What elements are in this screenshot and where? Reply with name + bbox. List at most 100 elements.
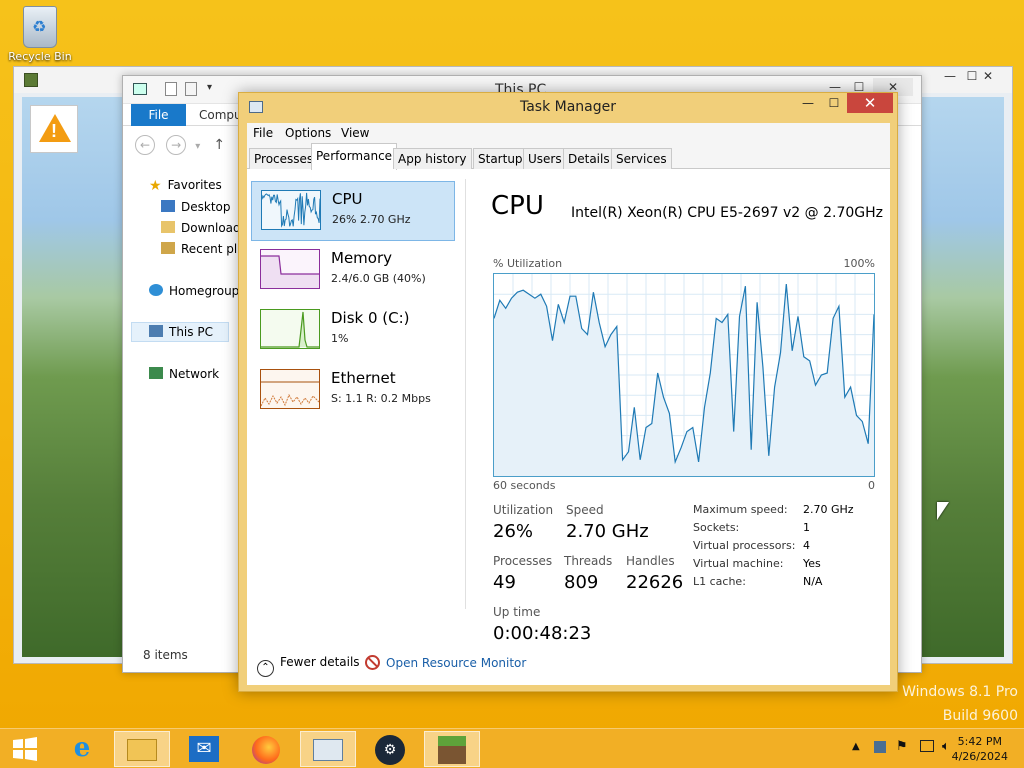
action-center-flag-icon[interactable]: ⚑ xyxy=(896,739,908,754)
nav-this-pc[interactable]: This PC xyxy=(149,325,213,339)
menu-file[interactable]: File xyxy=(253,126,273,140)
tab-startup[interactable]: Startup xyxy=(473,148,528,169)
internet-explorer-icon: e xyxy=(73,733,91,763)
cpu-thumbnail-line xyxy=(262,192,320,228)
task-manager-icon xyxy=(313,739,343,761)
open-resource-monitor-link[interactable]: Open Resource Monitor xyxy=(365,655,526,670)
spec-virtual-processors-value: 4 xyxy=(803,539,810,552)
resource-disk[interactable]: Disk 0 (C:) 1% xyxy=(251,301,455,361)
tab-users[interactable]: Users xyxy=(523,148,567,169)
nav-desktop[interactable]: Desktop xyxy=(161,200,231,214)
taskbar-task-manager[interactable] xyxy=(300,731,356,767)
explorer-app-icon xyxy=(133,83,147,95)
show-hidden-icons-icon[interactable]: ▲ xyxy=(852,741,860,752)
tab-performance[interactable]: Performance xyxy=(311,143,398,170)
fewer-details-button[interactable]: ⌃ Fewer details xyxy=(257,655,360,677)
resource-disk-sub: 1% xyxy=(331,332,349,345)
nav-downloads[interactable]: Downloads xyxy=(161,221,247,235)
homegroup-icon xyxy=(149,284,163,296)
time-span-label: 60 seconds xyxy=(493,479,556,492)
utilization-axis-label: % Utilization xyxy=(493,257,563,270)
tm-maximize-button[interactable]: ☐ xyxy=(821,93,847,113)
clock-time: 5:42 PM xyxy=(957,735,1002,748)
cpu-utilization-graph xyxy=(493,273,875,477)
nav-this-pc-label: This PC xyxy=(169,325,213,339)
taskbar-file-explorer[interactable] xyxy=(114,731,170,767)
resource-cpu-sub: 26% 2.70 GHz xyxy=(332,213,411,226)
game-close-button[interactable]: ✕ xyxy=(966,67,1010,85)
tm-minimize-button[interactable]: — xyxy=(795,93,821,113)
tm-close-button[interactable]: ✕ xyxy=(847,93,893,113)
tab-services[interactable]: Services xyxy=(611,148,672,169)
recycle-bin-shortcut[interactable]: Recycle Bin xyxy=(8,6,72,63)
nav-network-label: Network xyxy=(169,367,220,381)
file-explorer-icon xyxy=(127,739,157,761)
tm-menubar: File Options View xyxy=(247,123,890,143)
menu-options[interactable]: Options xyxy=(285,126,331,140)
forward-arrow-icon[interactable]: → xyxy=(166,135,187,155)
spec-max-speed-value: 2.70 GHz xyxy=(803,503,854,516)
spec-sockets-value: 1 xyxy=(803,521,810,534)
clock[interactable]: 5:42 PM 4/26/2024 xyxy=(952,734,1008,764)
fewer-details-label: Fewer details xyxy=(280,655,360,669)
tm-footer: ⌃ Fewer details Open Resource Monitor xyxy=(247,641,890,685)
task-manager-titlebar[interactable]: Task Manager — ☐ ✕ xyxy=(239,93,897,123)
resource-memory[interactable]: Memory 2.4/6.0 GB (40%) xyxy=(251,241,455,301)
warning-box[interactable]: ! xyxy=(30,105,78,153)
taskbar-internet-explorer[interactable]: e xyxy=(54,731,110,767)
recycle-bin-label: Recycle Bin xyxy=(8,50,72,63)
up-arrow-icon[interactable]: ↑ xyxy=(213,137,225,153)
back-arrow-icon[interactable]: ← xyxy=(135,135,155,155)
network-icon[interactable] xyxy=(920,740,934,752)
mail-icon: ✉ xyxy=(189,736,219,762)
tab-processes[interactable]: Processes xyxy=(249,148,319,169)
taskbar: e ✉ ⚙ ▲ ⚑ 🔈︎ 5:42 PM 4/26/2024 xyxy=(0,728,1024,768)
threads-value: 809 xyxy=(564,572,599,593)
nav-favorites[interactable]: ★ Favorites xyxy=(149,178,222,194)
volume-icon[interactable]: 🔈︎ xyxy=(942,739,950,754)
taskbar-firefox[interactable] xyxy=(238,731,294,767)
taskbar-steam[interactable]: ⚙ xyxy=(362,731,418,767)
ribbon-file-tab[interactable]: File xyxy=(131,104,186,126)
menu-view[interactable]: View xyxy=(341,126,369,140)
speed-label: Speed xyxy=(566,503,604,517)
taskbar-mail[interactable]: ✉ xyxy=(176,731,232,767)
pane-divider[interactable] xyxy=(465,179,466,609)
resource-cpu[interactable]: CPU 26% 2.70 GHz xyxy=(251,181,455,241)
quick-access-dropdown-icon[interactable]: ▾ xyxy=(207,82,212,93)
spec-sockets-key: Sockets: xyxy=(693,521,740,534)
cpu-utilization-chart xyxy=(493,274,875,476)
utilization-value: 26% xyxy=(493,521,534,542)
cpu-detail-pane: CPU Intel(R) Xeon(R) CPU E5-2697 v2 @ 2.… xyxy=(479,169,883,644)
resource-memory-name: Memory xyxy=(331,249,393,267)
utilization-label: Utilization xyxy=(493,503,554,517)
windows-edition-watermark: Windows 8.1 Pro xyxy=(902,684,1018,700)
tray-app-icon[interactable] xyxy=(874,741,886,753)
nav-homegroup[interactable]: Homegroup xyxy=(149,284,239,298)
taskbar-minecraft[interactable] xyxy=(424,731,480,767)
max-percent-label: 100% xyxy=(843,257,875,270)
nav-network[interactable]: Network xyxy=(149,367,219,381)
game-app-icon xyxy=(24,73,38,87)
tab-details[interactable]: Details xyxy=(563,148,615,169)
computer-icon xyxy=(149,325,163,337)
explorer-status-bar: 8 items xyxy=(143,648,188,662)
resource-ethernet[interactable]: Ethernet S: 1.1 R: 0.2 Mbps xyxy=(251,361,455,421)
start-button[interactable] xyxy=(0,731,50,767)
tab-app-history[interactable]: App history xyxy=(393,148,472,169)
windows-build-watermark: Build 9600 xyxy=(942,708,1018,724)
star-icon: ★ xyxy=(149,178,162,194)
new-folder-icon[interactable] xyxy=(185,82,197,96)
disk-thumbnail-graph xyxy=(260,309,320,349)
open-resource-monitor-label: Open Resource Monitor xyxy=(386,656,527,670)
task-manager-window[interactable]: Task Manager — ☐ ✕ File Options View Pro… xyxy=(238,92,898,692)
properties-icon[interactable] xyxy=(165,82,177,96)
network-icon xyxy=(149,367,163,379)
recent-locations-chevron-icon[interactable]: ▾ xyxy=(195,141,200,152)
warning-exclamation-icon: ! xyxy=(51,121,57,141)
system-tray: ▲ ⚑ 🔈︎ 5:42 PM 4/26/2024 xyxy=(824,729,1024,768)
handles-label: Handles xyxy=(626,554,675,568)
recent-places-icon xyxy=(161,242,175,254)
spec-virtual-machine-key: Virtual machine: xyxy=(693,557,784,570)
spec-virtual-machine-value: Yes xyxy=(803,557,821,570)
